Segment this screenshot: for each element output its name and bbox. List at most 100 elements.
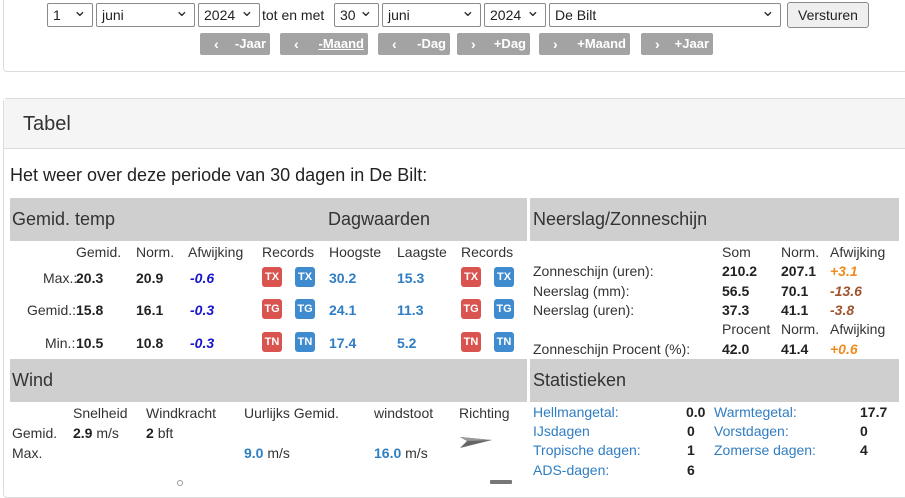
- from-year-select[interactable]: 2024: [198, 3, 260, 27]
- wind-section-header: Wind: [10, 359, 527, 402]
- neerslag-uren-label: Neerslag (uren):: [533, 302, 635, 318]
- col-norm-2: Norm.: [781, 321, 820, 337]
- col-records: Records: [262, 244, 315, 260]
- col-records-2: Records: [461, 244, 514, 260]
- zonneschijn-uren-norm: 207.1: [781, 263, 817, 279]
- uurlijks-unit: m/s: [267, 445, 290, 461]
- ads-dagen-value: 6: [687, 462, 695, 478]
- neerslag-uren-norm: 41.1: [781, 302, 809, 318]
- zonneschijn-procent-label: Zonneschijn Procent (%):: [533, 341, 691, 357]
- to-month-select[interactable]: juni: [382, 3, 481, 27]
- ijsdagen-value: 0: [687, 423, 695, 439]
- windstoot-max-value[interactable]: 16.0: [374, 445, 401, 461]
- compass-dot: [177, 480, 183, 486]
- windkracht-value: 2: [146, 425, 154, 441]
- record-high-badge[interactable]: TX: [262, 267, 282, 287]
- vorstdagen-link[interactable]: Vorstdagen:: [714, 423, 789, 439]
- row-label: Min.:: [45, 335, 76, 351]
- tropische-dagen-link[interactable]: Tropische dagen:: [533, 442, 641, 458]
- warmtegetal-link[interactable]: Warmtegetal:: [714, 404, 797, 420]
- from-day-value: 1: [53, 7, 61, 23]
- zomerse-dagen-value: 4: [860, 442, 868, 458]
- col-norm: Norm.: [136, 244, 175, 260]
- gemid-value: 10.5: [76, 335, 104, 351]
- zonneschijn-procent-value: 42.0: [722, 341, 750, 357]
- laagste-value[interactable]: 5.2: [397, 335, 416, 351]
- temperature-section-header: Gemid. temp Dagwaarden: [10, 198, 527, 241]
- hellmangetal-link[interactable]: Hellmangetal:: [533, 404, 619, 420]
- hoogste-value[interactable]: 24.1: [329, 302, 356, 318]
- from-day-select[interactable]: 1: [47, 3, 93, 27]
- afwijking-value: -0.3: [190, 302, 215, 318]
- from-month-select[interactable]: juni: [96, 3, 195, 27]
- gemid-value: 15.8: [76, 302, 104, 318]
- next-year-label: +Jaar: [674, 36, 709, 51]
- next-day-label: +Dag: [493, 36, 526, 51]
- to-day-value: 30: [340, 7, 356, 23]
- wind-uurlijks-max: 9.0 m/s: [244, 445, 290, 461]
- neerslag-mm-label: Neerslag (mm):: [533, 283, 630, 299]
- prev-day-button[interactable]: ‹ -Dag: [378, 33, 450, 55]
- row-label: Max.:: [43, 270, 78, 286]
- record-low-badge[interactable]: TG: [494, 299, 514, 319]
- to-day-select[interactable]: 30: [334, 3, 379, 27]
- uurlijks-max-value[interactable]: 9.0: [244, 445, 263, 461]
- record-low-badge[interactable]: TX: [295, 267, 315, 287]
- statistieken-section-header: Statistieken: [530, 359, 899, 402]
- record-high-badge[interactable]: TN: [262, 332, 282, 352]
- next-month-label: +Maand: [577, 36, 626, 51]
- col-som: Som: [722, 244, 751, 260]
- period-intro: Het weer over deze periode van 30 dagen …: [10, 165, 428, 185]
- prev-year-label: -Jaar: [234, 36, 266, 51]
- chevron-left-icon: ‹: [294, 36, 299, 52]
- temperature-section-title: Gemid. temp: [12, 209, 116, 229]
- next-day-button[interactable]: › +Dag: [457, 33, 530, 55]
- location-select[interactable]: De Bilt: [549, 3, 781, 27]
- chevron-down-icon: [359, 4, 373, 27]
- wind-gemid-label: Gemid.: [12, 425, 58, 441]
- record-high-badge[interactable]: TG: [262, 299, 282, 319]
- zonneschijn-uren-label: Zonneschijn (uren):: [533, 263, 654, 279]
- record-high-badge[interactable]: TG: [461, 299, 481, 319]
- chevron-left-icon: ‹: [214, 36, 219, 52]
- col-norm: Norm.: [781, 244, 820, 260]
- snelheid-value: 2.9: [73, 425, 93, 441]
- statistieken-section-title: Statistieken: [533, 370, 627, 390]
- chevron-down-icon: [526, 4, 540, 27]
- col-hoogste: Hoogste: [329, 244, 382, 260]
- vorstdagen-value: 0: [860, 423, 868, 439]
- to-month-value: juni: [388, 7, 410, 23]
- submit-button[interactable]: Versturen: [787, 2, 869, 28]
- next-year-button[interactable]: › +Jaar: [641, 33, 713, 55]
- ijsdagen-link[interactable]: IJsdagen: [533, 423, 590, 439]
- ads-dagen-link[interactable]: ADS-dagen:: [533, 462, 609, 478]
- col-procent: Procent: [722, 321, 771, 337]
- prev-year-button[interactable]: ‹ -Jaar: [200, 33, 270, 55]
- windkracht-unit: bft: [157, 425, 174, 441]
- row-label: Gemid.:: [27, 302, 77, 318]
- afwijking-value: -0.6: [190, 270, 215, 286]
- col-afwijking: Afwijking: [188, 244, 244, 260]
- from-month-value: juni: [102, 7, 124, 23]
- next-month-button[interactable]: › +Maand: [539, 33, 630, 55]
- col-gemid: Gemid.: [76, 244, 122, 260]
- panel-title: Tabel: [23, 113, 71, 135]
- wind-windkracht: 2 bft: [146, 425, 173, 441]
- neerslag-uren-som: 37.3: [722, 302, 750, 318]
- wind-max-label: Max.: [12, 445, 43, 461]
- record-low-badge[interactable]: TN: [295, 332, 315, 352]
- record-low-badge[interactable]: TN: [494, 332, 514, 352]
- to-year-select[interactable]: 2024: [484, 3, 546, 27]
- record-high-badge[interactable]: TX: [461, 267, 481, 287]
- hoogste-value[interactable]: 17.4: [329, 335, 356, 351]
- laagste-value[interactable]: 11.3: [397, 302, 423, 318]
- record-low-badge[interactable]: TG: [295, 299, 315, 319]
- zomerse-dagen-link[interactable]: Zomerse dagen:: [714, 442, 816, 458]
- afwijking-value: -0.3: [190, 335, 215, 351]
- record-high-badge[interactable]: TN: [461, 332, 481, 352]
- laagste-value[interactable]: 15.3: [397, 270, 424, 286]
- prev-month-button[interactable]: ‹ -Maand: [280, 33, 368, 55]
- record-low-badge[interactable]: TX: [494, 267, 514, 287]
- date-range-form: 1 juni 2024 tot en met 30 juni 2024 De B…: [3, 0, 905, 72]
- hoogste-value[interactable]: 30.2: [329, 270, 356, 286]
